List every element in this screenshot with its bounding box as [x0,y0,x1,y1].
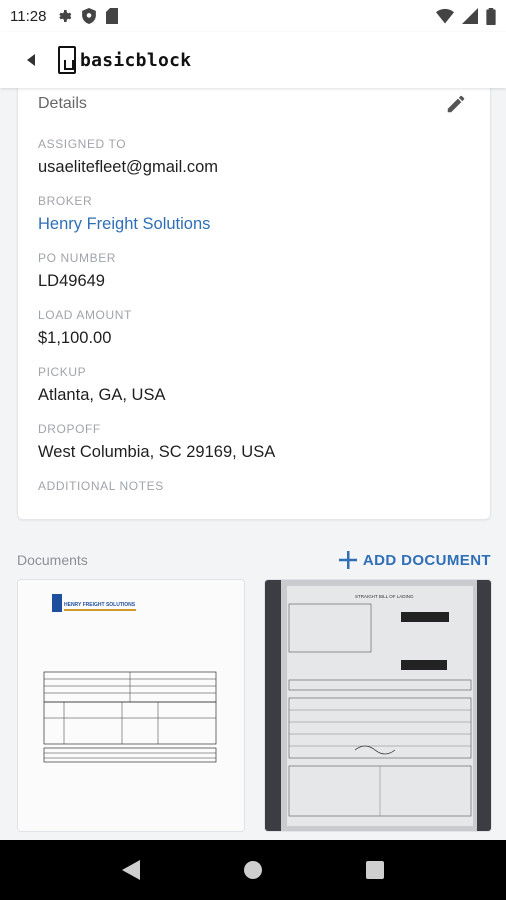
field-additional-notes: ADDITIONAL NOTES [38,479,164,493]
wifi-icon [436,8,454,24]
details-title: Details [38,95,87,112]
main-content[interactable]: Details ASSIGNED TO usaelitefleet@gmail.… [0,88,506,840]
field-assigned-to: ASSIGNED TO usaelitefleet@gmail.com [38,137,218,177]
nav-back-icon [122,860,140,880]
signal-icon [462,8,478,24]
documents-header: Documents ADD DOCUMENT [17,548,491,572]
field-label: ADDITIONAL NOTES [38,479,164,493]
settings-icon [59,10,72,22]
edit-pencil-icon [447,95,465,113]
document-header-text: STRAIGHT BILL OF LADING [355,594,414,599]
field-value: Atlanta, GA, USA [38,386,166,404]
app-logo: basicblock [58,46,191,74]
field-label: DROPOFF [38,422,101,436]
status-bar: 11:28 [0,0,506,32]
add-document-button[interactable]: ADD DOCUMENT [338,551,491,569]
nav-back-button[interactable] [111,850,151,890]
document-thumbnail[interactable]: HENRY FREIGHT SOLUTIONS [17,579,245,832]
nav-recents-button[interactable] [355,850,395,890]
battery-icon [486,7,496,25]
system-nav-bar [0,840,506,900]
back-arrow-icon [27,54,35,66]
document-preview-image: HENRY FREIGHT SOLUTIONS [18,580,244,831]
logo-text: basicblock [80,49,192,71]
shield-icon [82,8,97,24]
field-value: West Columbia, SC 29169, USA [38,443,276,461]
field-label: ASSIGNED TO [38,137,127,151]
field-label: LOAD AMOUNT [38,308,132,322]
field-broker: BROKER Henry Freight Solutions [38,194,210,234]
field-po-number: PO NUMBER LD49649 [38,251,116,291]
field-load-amount: LOAD AMOUNT $1,100.00 [38,308,132,348]
field-label: BROKER [38,194,93,208]
edit-button[interactable] [442,90,470,118]
field-value: $1,100.00 [38,329,112,347]
field-value: usaelitefleet@gmail.com [38,158,218,176]
plus-icon [338,551,357,569]
details-header: Details [38,89,470,119]
details-card: Details ASSIGNED TO usaelitefleet@gmail.… [17,88,491,520]
document-thumbnail[interactable]: STRAIGHT BILL OF LADING [264,579,492,832]
document-preview-image: STRAIGHT BILL OF LADING [265,580,491,831]
back-button[interactable] [20,48,44,72]
status-time: 11:28 [10,7,47,25]
documents-label: Documents [17,552,88,568]
field-label: PO NUMBER [38,251,117,265]
nav-recents-icon [366,861,384,879]
field-value: LD49649 [38,272,105,290]
field-label: PICKUP [38,365,87,379]
field-pickup: PICKUP Atlanta, GA, USA [38,365,165,405]
field-dropoff: DROPOFF West Columbia, SC 29169, USA [38,422,275,462]
app-bar: basicblock [0,32,506,88]
logo-mark-icon [58,46,76,74]
sim-icon [106,8,119,24]
document-header-text: HENRY FREIGHT SOLUTIONS [64,602,136,608]
add-document-label: ADD DOCUMENT [362,551,491,569]
nav-home-icon [244,861,262,879]
broker-link[interactable]: Henry Freight Solutions [38,215,210,234]
nav-home-button[interactable] [233,850,273,890]
